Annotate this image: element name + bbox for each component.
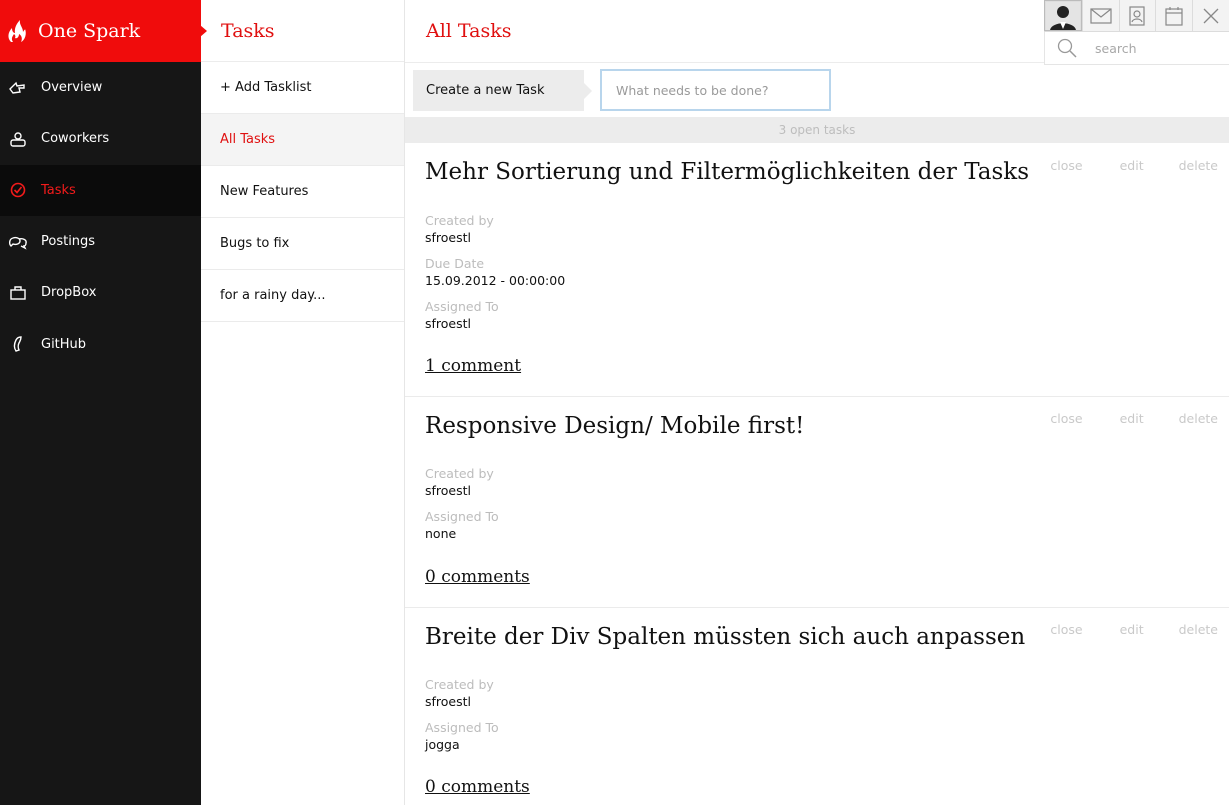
search-bar — [1044, 32, 1229, 65]
assigned-to-label: Assigned To — [425, 509, 499, 524]
created-by-label: Created by — [425, 677, 494, 692]
tasklist-column: Tasks + Add Tasklist All Tasks New Featu… — [200, 0, 405, 805]
task-title: Responsive Design/ Mobile first! — [425, 413, 805, 439]
nav-label: DropBox — [41, 285, 97, 301]
nav-label: Tasks — [41, 182, 76, 198]
nav-label: Overview — [41, 80, 103, 96]
close-task-button[interactable]: close — [1050, 411, 1082, 426]
nav-item-tasks[interactable]: Tasks — [0, 164, 201, 216]
calendar-icon[interactable] — [1155, 0, 1192, 31]
created-by-value: sfroestl — [425, 230, 472, 245]
edit-task-button[interactable]: edit — [1120, 622, 1144, 637]
nav-item-dropbox[interactable]: DropBox — [0, 267, 201, 318]
top-toolbar — [1044, 0, 1229, 32]
box-icon — [8, 284, 28, 302]
mail-icon[interactable] — [1081, 0, 1119, 31]
created-by-label: Created by — [425, 466, 494, 481]
nav-item-postings[interactable]: Postings — [0, 216, 201, 267]
flame-logo-icon — [8, 20, 26, 42]
task-card: Breite der Div Spalten müssten sich auch… — [405, 608, 1229, 805]
tasklist-item-new-features[interactable]: New Features — [201, 166, 404, 218]
tasklist-header: Tasks — [200, 0, 404, 62]
task-actions: close edit delete — [1050, 158, 1218, 173]
comments-link[interactable]: 0 comments — [425, 777, 530, 797]
due-date-label: Due Date — [425, 256, 485, 271]
hand-icon — [8, 79, 28, 97]
delete-task-button[interactable]: delete — [1179, 158, 1218, 173]
close-task-button[interactable]: close — [1050, 622, 1082, 637]
brand-name: One Spark — [38, 20, 141, 42]
nav-label: Postings — [41, 234, 96, 250]
task-card: Mehr Sortierung und Filtermöglichkeiten … — [405, 144, 1229, 397]
task-actions: close edit delete — [1050, 622, 1218, 637]
active-pointer-icon — [200, 25, 207, 37]
sidebar: One Spark Overview Coworkers Tasks Posti… — [0, 0, 201, 805]
due-date-value: 15.09.2012 - 00:00:00 — [425, 273, 566, 288]
assigned-to-value: jogga — [425, 737, 460, 752]
delete-task-button[interactable]: delete — [1179, 622, 1218, 637]
chat-bubbles-icon — [8, 233, 28, 251]
open-tasks-count: 3 open tasks — [405, 117, 1229, 143]
comments-link[interactable]: 0 comments — [425, 567, 530, 587]
create-task-label: Create a new Task — [413, 69, 592, 111]
task-actions: close edit delete — [1050, 411, 1218, 426]
new-task-input[interactable] — [600, 69, 831, 111]
tasklist-item-rainy-day[interactable]: for a rainy day... — [201, 270, 404, 322]
delete-task-button[interactable]: delete — [1179, 411, 1218, 426]
edit-task-button[interactable]: edit — [1120, 411, 1144, 426]
task-card: Responsive Design/ Mobile first! close e… — [405, 397, 1229, 608]
github-icon — [8, 335, 28, 353]
create-task-row: Create a new Task — [413, 69, 831, 111]
add-tasklist-button[interactable]: + Add Tasklist — [201, 62, 404, 114]
brand[interactable]: One Spark — [0, 0, 201, 62]
check-circle-icon — [8, 181, 28, 199]
task-title: Breite der Div Spalten müssten sich auch… — [425, 624, 1026, 650]
avatar[interactable] — [1044, 0, 1082, 31]
nav-label: GitHub — [41, 336, 87, 352]
nav-item-coworkers[interactable]: Coworkers — [0, 113, 201, 164]
page-title: All Tasks — [426, 20, 512, 42]
edit-task-button[interactable]: edit — [1120, 158, 1144, 173]
user-avatar-icon — [1045, 2, 1080, 30]
nav-item-github[interactable]: GitHub — [0, 318, 201, 369]
search-icon — [1045, 37, 1089, 59]
comments-link[interactable]: 1 comment — [425, 356, 521, 376]
assigned-to-value: sfroestl — [425, 316, 472, 331]
assigned-to-label: Assigned To — [425, 299, 499, 314]
tasklist-item-all-tasks[interactable]: All Tasks — [201, 114, 404, 166]
task-title: Mehr Sortierung und Filtermöglichkeiten … — [425, 159, 1030, 185]
nav-label: Coworkers — [41, 131, 110, 147]
created-by-label: Created by — [425, 213, 494, 228]
coworkers-icon — [8, 130, 28, 148]
created-by-value: sfroestl — [425, 694, 472, 709]
tasklist-item-bugs-to-fix[interactable]: Bugs to fix — [201, 218, 404, 270]
close-icon[interactable] — [1192, 0, 1229, 31]
search-input[interactable] — [1089, 40, 1219, 56]
main-nav: Overview Coworkers Tasks Postings DropBo… — [0, 62, 201, 370]
close-task-button[interactable]: close — [1050, 158, 1082, 173]
assigned-to-value: none — [425, 526, 457, 541]
assigned-to-label: Assigned To — [425, 720, 499, 735]
nav-item-overview[interactable]: Overview — [0, 62, 201, 113]
main-content: All Tasks Create a new Task 3 open tasks… — [405, 0, 1229, 805]
contacts-icon[interactable] — [1118, 0, 1156, 31]
tasklist-title: Tasks — [221, 19, 275, 42]
created-by-value: sfroestl — [425, 483, 472, 498]
